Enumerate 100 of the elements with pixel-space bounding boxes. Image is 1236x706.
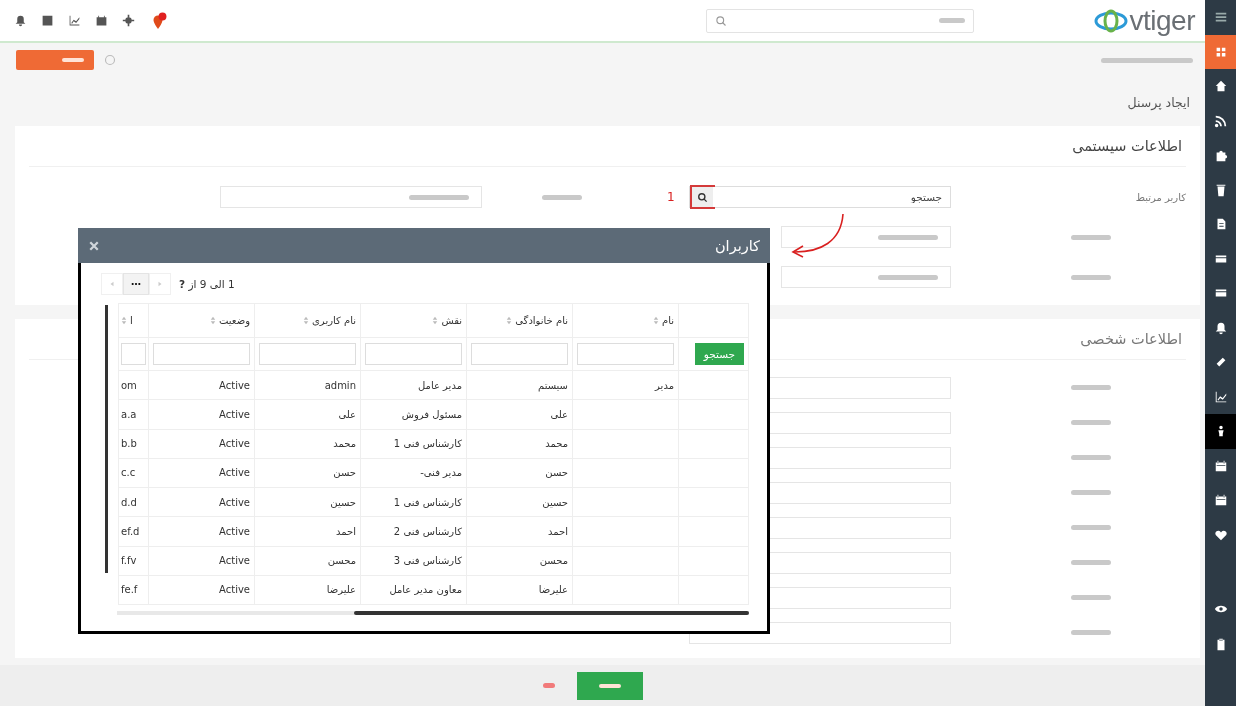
sort-icon (506, 316, 513, 325)
table-cell: علیرضا (326, 584, 356, 596)
filter-field[interactable] (577, 343, 674, 365)
table-cell: Active (219, 408, 250, 420)
bell-icon[interactable] (14, 14, 27, 27)
column-header[interactable]: نام کاربری (303, 315, 356, 326)
select-field[interactable] (781, 266, 951, 288)
table-cell: fe.f (121, 584, 138, 596)
table-cell: سیستم (538, 379, 568, 391)
blurred-label (1071, 455, 1111, 460)
column-header[interactable]: نام خانوادگی (506, 315, 568, 326)
page-title: ایجاد پرسنل (1126, 94, 1191, 112)
table-cell: معاون مدیر عامل (389, 584, 462, 596)
table-cell: محسن (539, 555, 568, 567)
table-cell: مدیر عامل (417, 379, 462, 391)
table-cell: کارشناس فنی 1 (393, 438, 462, 450)
action-button[interactable] (16, 50, 94, 70)
blurred-label (1071, 234, 1111, 240)
sort-icon (210, 316, 216, 325)
filter-field[interactable] (259, 343, 356, 365)
table-cell: احمد (548, 525, 568, 537)
filter-field[interactable] (471, 343, 568, 365)
table-cell: حسین (330, 496, 356, 508)
section-title: اطلاعات سیستمی (29, 134, 1186, 167)
table-cell: محسن (327, 555, 356, 567)
table-cell: c.c (121, 467, 136, 479)
calendar-icon (1213, 493, 1228, 508)
search-icon (697, 191, 708, 203)
search-button[interactable] (690, 185, 715, 209)
sidebar-item[interactable] (1205, 414, 1236, 449)
scrollbar[interactable] (117, 611, 749, 615)
search-field[interactable] (706, 8, 975, 33)
blurred-text (939, 18, 966, 23)
sort-icon (121, 316, 127, 325)
dialog-title: کاربران (714, 237, 760, 254)
table-cell: Active (219, 467, 250, 479)
search-icon (715, 14, 728, 27)
column-header[interactable]: وضعیت (210, 315, 250, 326)
page-count: 1 الی 9 از ? (179, 278, 235, 290)
table-cell: حسین (542, 496, 568, 508)
blurred-label (1071, 274, 1111, 280)
select-field[interactable] (781, 226, 951, 248)
scrollbar[interactable] (105, 305, 108, 573)
table-cell: Active (219, 584, 250, 596)
table-cell: a.a (121, 408, 137, 420)
field-label: کاربر مرتبط (1134, 191, 1186, 203)
table-cell: d.d (121, 496, 137, 508)
rss-icon (1213, 113, 1228, 128)
table-cell: محمد (333, 438, 356, 450)
blurred-label (1071, 420, 1111, 425)
blurred-label (1071, 560, 1111, 565)
ellipsis-icon (131, 282, 141, 286)
logo-icon (1093, 8, 1128, 33)
table-cell: Active (219, 525, 250, 537)
column-header[interactable]: نام (652, 315, 674, 326)
table-cell: مسئول فروش (401, 408, 462, 420)
sort-icon (652, 316, 659, 325)
calendar-icon (1213, 458, 1228, 473)
table-cell: حسن (333, 467, 356, 479)
table-cell: کارشناس فنی 2 (393, 525, 462, 537)
blurred-label (1071, 630, 1111, 635)
table-cell: om (121, 379, 137, 391)
blurred-label (1071, 490, 1111, 495)
save-button[interactable] (576, 671, 643, 700)
caret-icon (109, 281, 115, 287)
table-cell: Active (219, 379, 250, 391)
related-user-field[interactable]: جستجو (689, 186, 951, 208)
table-cell: Active (219, 555, 250, 567)
table-cell: Active (219, 438, 250, 450)
table-cell: Active (219, 496, 250, 508)
sidebar-item[interactable] (1205, 34, 1236, 69)
filter-field[interactable] (365, 343, 462, 365)
table-cell: b.b (121, 438, 137, 450)
blurred-label (542, 194, 582, 200)
table-cell: ef.d (121, 525, 140, 537)
bell-icon (1213, 320, 1228, 335)
filter-field[interactable] (121, 343, 146, 365)
blurred-label (1071, 525, 1111, 530)
select-field[interactable] (220, 186, 482, 208)
table-cell: حسن (545, 467, 568, 479)
column-header[interactable]: نقش (432, 315, 462, 326)
logo[interactable]: vtiger (1093, 4, 1195, 37)
table-cell: f.fv (121, 555, 137, 567)
sort-icon (303, 316, 310, 325)
caret-icon (157, 281, 163, 287)
table-cell: احمد (336, 525, 356, 537)
table-cell: علیرضا (538, 584, 568, 596)
calendar-icon[interactable] (95, 14, 108, 27)
table-cell: محمد (545, 438, 568, 450)
table-cell: کارشناس فنی 3 (393, 555, 462, 567)
close-icon[interactable] (88, 239, 100, 252)
filter-field[interactable] (153, 343, 250, 365)
column-header[interactable]: ا (121, 315, 133, 326)
annotation-number: 1 (667, 190, 676, 204)
blurred-label (1071, 595, 1111, 600)
table-cell: مدیر (655, 379, 674, 391)
table-cell: admin (324, 379, 356, 391)
table-cell: علی (550, 408, 568, 420)
home-icon (1213, 79, 1228, 94)
table-cell: کارشناس فنی 1 (393, 496, 462, 508)
